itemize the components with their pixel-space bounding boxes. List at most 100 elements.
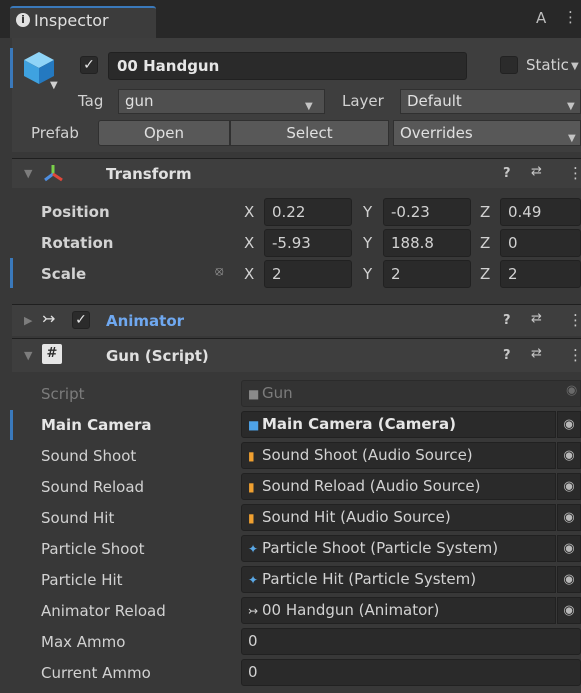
scale-z-label[interactable]: Z [480, 265, 490, 283]
main-camera-value: Main Camera (Camera) [262, 415, 456, 433]
position-z-field[interactable]: 0.49 [500, 198, 581, 226]
rotation-y-field[interactable]: 188.8 [383, 229, 471, 257]
transform-header[interactable] [12, 158, 581, 188]
lock-icon[interactable]: 𝖠 [536, 9, 546, 27]
component-menu-icon[interactable]: ⋮ [568, 346, 581, 364]
object-picker-icon[interactable]: ◉ [557, 504, 581, 531]
scale-z-value: 2 [508, 265, 518, 283]
scale-y-label[interactable]: Y [363, 265, 372, 283]
object-picker-icon[interactable]: ◉ [557, 566, 581, 593]
presets-icon[interactable]: ⇄ [531, 164, 542, 179]
gun-script-header[interactable] [12, 338, 581, 372]
main-camera-field[interactable]: ■ Main Camera (Camera) [241, 411, 556, 438]
scale-override-bar [10, 258, 13, 288]
scale-x-value: 2 [272, 265, 282, 283]
particle-shoot-field[interactable]: ✦ Particle Shoot (Particle System) [241, 535, 556, 562]
particle-hit-label: Particle Hit [41, 571, 123, 589]
scale-z-field[interactable]: 2 [500, 260, 581, 288]
info-icon: i [16, 13, 30, 27]
overrides-label: Overrides [400, 124, 473, 142]
object-picker-icon[interactable]: ◉ [557, 411, 581, 438]
position-y-field[interactable]: -0.23 [383, 198, 471, 226]
animator-reload-field[interactable]: ↣ 00 Handgun (Animator) [241, 597, 556, 624]
tag-dropdown[interactable]: gun ▼ [118, 89, 325, 114]
object-picker-icon[interactable]: ◉ [557, 597, 581, 624]
main-camera-label: Main Camera [41, 416, 152, 434]
position-label: Position [41, 203, 110, 221]
object-picker-icon[interactable]: ◉ [557, 535, 581, 562]
prefab-label: Prefab [31, 124, 79, 142]
rotation-z-label[interactable]: Z [480, 234, 490, 252]
object-picker-icon[interactable]: ◉ [557, 442, 581, 469]
position-x-field[interactable]: 0.22 [264, 198, 352, 226]
script-value: Gun [262, 384, 293, 402]
animator-reload-label: Animator Reload [41, 602, 166, 620]
animator-reload-value: 00 Handgun (Animator) [262, 601, 440, 619]
rotation-z-field[interactable]: 0 [500, 229, 581, 257]
position-z-label[interactable]: Z [480, 203, 490, 221]
audio-source-icon: ▮ [248, 449, 255, 463]
constrain-proportions-icon[interactable]: ⦻ [215, 264, 224, 279]
rotation-y-value: 188.8 [391, 234, 434, 252]
help-icon[interactable]: ? [503, 348, 511, 363]
prefab-select-button[interactable]: Select [230, 120, 389, 146]
current-ammo-label: Current Ammo [41, 664, 151, 682]
foldout-arrow-icon[interactable]: ▶ [24, 314, 32, 327]
inspector-tab[interactable]: i Inspector [10, 6, 156, 38]
layer-dropdown[interactable]: Default ▼ [400, 89, 581, 114]
tag-value: gun [125, 92, 154, 110]
position-x-label[interactable]: X [244, 203, 254, 221]
static-checkbox[interactable] [500, 56, 518, 74]
sound-shoot-label: Sound Shoot [41, 447, 137, 465]
rotation-x-label[interactable]: X [244, 234, 254, 252]
particle-hit-value: Particle Hit (Particle System) [262, 570, 477, 588]
scale-x-field[interactable]: 2 [264, 260, 352, 288]
position-z-value: 0.49 [508, 203, 542, 221]
object-picker-icon: ◉ [566, 383, 578, 398]
help-icon[interactable]: ? [503, 166, 511, 181]
gameobject-name-field[interactable]: 00 Handgun [108, 52, 467, 80]
rotation-y-label[interactable]: Y [363, 234, 372, 252]
rotation-label: Rotation [41, 234, 114, 252]
foldout-arrow-icon[interactable]: ▼ [24, 349, 32, 362]
help-icon[interactable]: ? [503, 313, 511, 328]
kebab-menu-icon[interactable]: ⋮ [563, 8, 578, 26]
rotation-x-field[interactable]: -5.93 [264, 229, 352, 257]
animator-header[interactable] [12, 304, 581, 336]
animator-title: Animator [106, 312, 185, 330]
foldout-arrow-icon[interactable]: ▼ [24, 167, 32, 180]
particle-hit-field[interactable]: ✦ Particle Hit (Particle System) [241, 566, 556, 593]
sound-reload-field[interactable]: ▮ Sound Reload (Audio Source) [241, 473, 556, 500]
position-x-value: 0.22 [272, 203, 306, 221]
position-y-label[interactable]: Y [363, 203, 372, 221]
prefab-open-button[interactable]: Open [98, 120, 230, 146]
animator-enabled-checkbox[interactable]: ✓ [72, 311, 90, 329]
prefab-overrides-dropdown[interactable]: Overrides ▼ [393, 120, 581, 146]
component-menu-icon[interactable]: ⋮ [568, 311, 581, 329]
object-picker-icon[interactable]: ◉ [557, 473, 581, 500]
transform-title: Transform [106, 165, 192, 183]
active-checkbox[interactable]: ✓ [80, 56, 98, 74]
position-y-value: -0.23 [391, 203, 430, 221]
scale-y-field[interactable]: 2 [383, 260, 471, 288]
presets-icon[interactable]: ⇄ [531, 346, 542, 361]
layer-value: Default [407, 92, 462, 110]
script-label: Script [41, 385, 85, 403]
sound-hit-field[interactable]: ▮ Sound Hit (Audio Source) [241, 504, 556, 531]
layer-label: Layer [342, 92, 384, 110]
prefab-icon-dropdown-icon[interactable]: ▼ [50, 80, 58, 91]
main-camera-override-bar [10, 410, 13, 440]
scale-x-label[interactable]: X [244, 265, 254, 283]
component-menu-icon[interactable]: ⋮ [568, 164, 581, 182]
scale-label: Scale [41, 265, 87, 283]
rotation-x-value: -5.93 [272, 234, 311, 252]
transform-icon [44, 165, 63, 182]
static-dropdown-icon[interactable]: ▼ [571, 61, 579, 72]
scale-y-value: 2 [391, 265, 401, 283]
chevron-down-icon: ▼ [567, 101, 575, 112]
sound-shoot-field[interactable]: ▮ Sound Shoot (Audio Source) [241, 442, 556, 469]
max-ammo-field[interactable]: 0 [241, 628, 581, 655]
presets-icon[interactable]: ⇄ [531, 311, 542, 326]
current-ammo-field[interactable]: 0 [241, 659, 581, 686]
tag-label: Tag [78, 92, 104, 110]
